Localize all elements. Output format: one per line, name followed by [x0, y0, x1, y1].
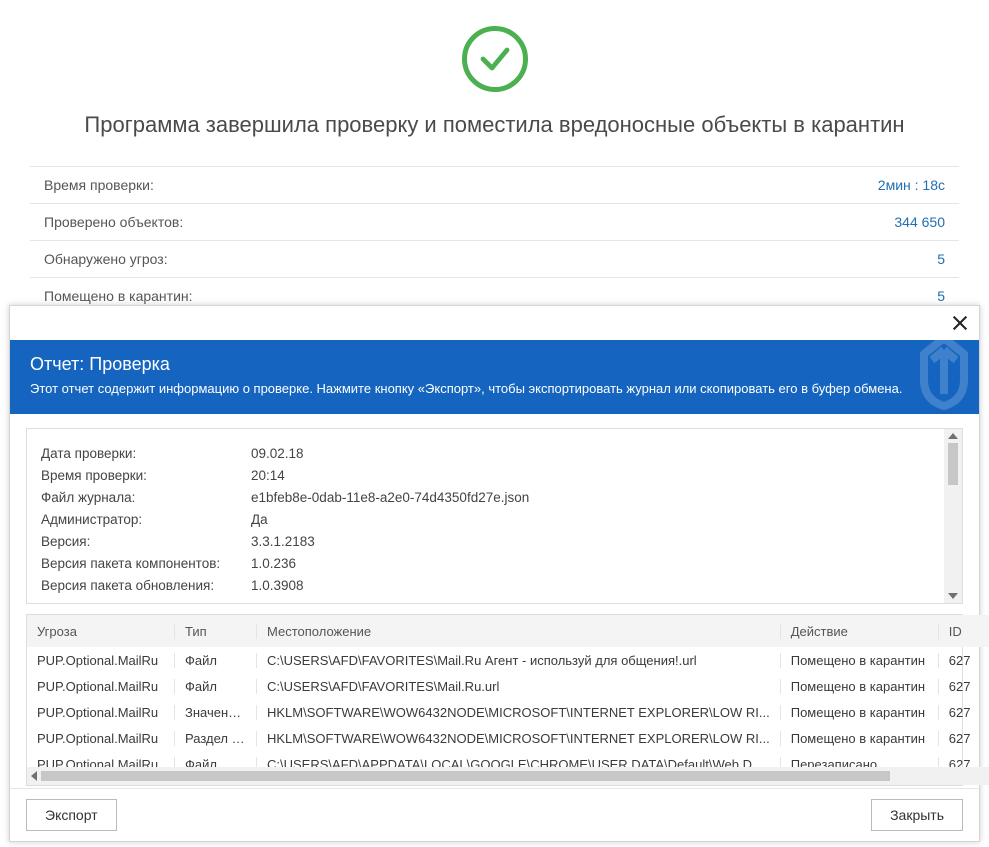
cell-id: 627	[939, 679, 989, 694]
summary-value: 5	[937, 288, 945, 304]
col-header-type[interactable]: Тип	[175, 624, 257, 639]
meta-row: Время проверки: 20:14	[41, 465, 930, 487]
cell-action: Помещено в карантин	[781, 679, 939, 694]
grid-h-scrollbar[interactable]	[27, 767, 989, 785]
meta-scrollbar[interactable]	[944, 429, 962, 603]
summary-value: 5	[937, 251, 945, 267]
cell-location: HKLM\SOFTWARE\WOW6432NODE\MICROSOFT\INTE…	[257, 731, 781, 746]
summary-row-objects: Проверено объектов: 344 650	[30, 203, 959, 240]
summary-row-scan-time: Время проверки: 2мин : 18с	[30, 166, 959, 203]
scrollbar-track[interactable]	[41, 771, 985, 781]
cell-location: C:\USERS\AFD\FAVORITES\Mail.Ru.url	[257, 679, 781, 694]
cell-location: HKLM\SOFTWARE\WOW6432NODE\MICROSOFT\INTE…	[257, 705, 781, 720]
cell-type: Файл	[175, 679, 257, 694]
meta-value: 1.0.3908	[251, 575, 304, 597]
meta-value: 1.0.236	[251, 553, 296, 575]
chevron-down-icon[interactable]	[948, 593, 958, 599]
report-header: Отчет: Проверка Этот отчет содержит инфо…	[10, 340, 979, 414]
meta-value: 3.3.1.2183	[251, 531, 315, 553]
grid-main: Угроза Тип Местоположение Действие ID PU…	[27, 615, 989, 785]
table-row[interactable]: PUP.Optional.MailRu Файл C:\USERS\AFD\AP…	[27, 751, 989, 767]
meta-label: Администратор:	[41, 509, 241, 531]
meta-label: Дата проверки:	[41, 443, 241, 465]
cell-type: Файл	[175, 653, 257, 668]
meta-row: Администратор: Да	[41, 509, 930, 531]
cell-action: Помещено в карантин	[781, 705, 939, 720]
modal-titlebar	[10, 306, 979, 340]
grid-header: Угроза Тип Местоположение Действие ID	[27, 615, 989, 647]
report-meta-frame: Дата проверки: 09.02.18 Время проверки: 20…	[26, 428, 963, 604]
scan-results-panel: Программа завершила проверку и поместила…	[0, 0, 989, 314]
table-row[interactable]: PUP.Optional.MailRu Значени... HKLM\SOFT…	[27, 699, 989, 725]
cell-threat: PUP.Optional.MailRu	[27, 653, 175, 668]
report-meta: Дата проверки: 09.02.18 Время проверки: 20…	[27, 429, 944, 603]
grid-body: PUP.Optional.MailRu Файл C:\USERS\AFD\FA…	[27, 647, 989, 767]
meta-value: e1bfeb8e-0dab-11e8-a2e0-74d4350fd27e.jso…	[251, 487, 529, 509]
cell-location: C:\USERS\AFD\APPDATA\LOCAL\GOOGLE\CHROME…	[257, 757, 781, 768]
cell-action: Помещено в карантин	[781, 731, 939, 746]
summary-label: Время проверки:	[44, 177, 154, 193]
results-headline: Программа завершила проверку и поместила…	[30, 112, 959, 138]
summary-row-threats: Обнаружено угроз: 5	[30, 240, 959, 277]
cell-location: C:\USERS\AFD\FAVORITES\Mail.Ru Агент - и…	[257, 653, 781, 668]
checkmark-circle-icon	[462, 26, 528, 92]
meta-row: Дата проверки: 09.02.18	[41, 443, 930, 465]
col-header-id[interactable]: ID	[939, 624, 989, 639]
meta-value: 20:14	[251, 465, 285, 487]
cell-type: Раздел р...	[175, 731, 257, 746]
meta-value: 09.02.18	[251, 443, 304, 465]
meta-row: Версия пакета обновления: 1.0.3908	[41, 575, 930, 597]
meta-label: Версия:	[41, 531, 241, 553]
table-row[interactable]: PUP.Optional.MailRu Файл C:\USERS\AFD\FA…	[27, 647, 989, 673]
success-icon-wrap	[30, 10, 959, 98]
cell-action: Помещено в карантин	[781, 653, 939, 668]
cell-type: Значени...	[175, 705, 257, 720]
summary-value: 2мин : 18с	[878, 177, 945, 193]
col-header-threat[interactable]: Угроза	[27, 624, 175, 639]
cell-id: 627	[939, 653, 989, 668]
summary-value: 344 650	[894, 214, 945, 230]
cell-threat: PUP.Optional.MailRu	[27, 757, 175, 768]
table-row[interactable]: PUP.Optional.MailRu Раздел р... HKLM\SOF…	[27, 725, 989, 751]
threats-grid: Угроза Тип Местоположение Действие ID PU…	[26, 614, 963, 786]
close-button[interactable]: Закрыть	[871, 799, 963, 831]
meta-row: Версия пакета компонентов: 1.0.236	[41, 553, 930, 575]
col-header-location[interactable]: Местоположение	[257, 624, 781, 639]
summary-label: Проверено объектов:	[44, 214, 183, 230]
report-body: Дата проверки: 09.02.18 Время проверки: 20…	[10, 414, 979, 788]
cell-threat: PUP.Optional.MailRu	[27, 731, 175, 746]
col-header-action[interactable]: Действие	[781, 624, 939, 639]
table-row[interactable]: PUP.Optional.MailRu Файл C:\USERS\AFD\FA…	[27, 673, 989, 699]
meta-row: Версия: 3.3.1.2183	[41, 531, 930, 553]
cell-id: 627	[939, 757, 989, 768]
meta-label: Версия пакета обновления:	[41, 575, 241, 597]
report-footer: Экспорт Закрыть	[10, 788, 979, 841]
cell-threat: PUP.Optional.MailRu	[27, 679, 175, 694]
cell-id: 627	[939, 705, 989, 720]
report-title: Отчет: Проверка	[30, 354, 959, 375]
scrollbar-thumb[interactable]	[948, 443, 958, 485]
chevron-left-icon[interactable]	[31, 771, 37, 781]
report-subtitle: Этот отчет содержит информацию о проверк…	[30, 381, 959, 396]
report-modal: Отчет: Проверка Этот отчет содержит инфо…	[9, 305, 980, 842]
cell-action: Перезаписано	[781, 757, 939, 768]
meta-label: Файл журнала:	[41, 487, 241, 509]
cell-type: Файл	[175, 757, 257, 768]
meta-label: Версия пакета компонентов:	[41, 553, 241, 575]
brand-watermark-icon	[889, 340, 979, 410]
close-icon[interactable]	[951, 314, 969, 332]
summary-label: Обнаружено угроз:	[44, 251, 168, 267]
meta-row: Файл журнала: e1bfeb8e-0dab-11e8-a2e0-74d…	[41, 487, 930, 509]
export-button[interactable]: Экспорт	[26, 799, 117, 831]
meta-label: Время проверки:	[41, 465, 241, 487]
summary-label: Помещено в карантин:	[44, 288, 193, 304]
cell-threat: PUP.Optional.MailRu	[27, 705, 175, 720]
chevron-up-icon[interactable]	[948, 433, 958, 439]
cell-id: 627	[939, 731, 989, 746]
scrollbar-thumb[interactable]	[41, 771, 890, 781]
meta-value: Да	[251, 509, 268, 531]
